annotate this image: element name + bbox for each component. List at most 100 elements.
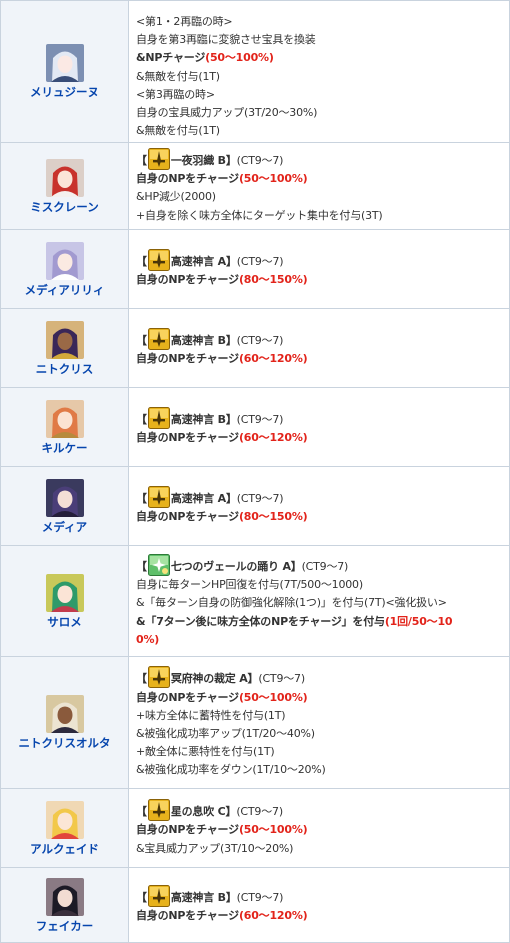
character-cell: ニトクリスオルタ — [0, 656, 129, 790]
character-name-link[interactable]: キルケー — [1, 441, 128, 455]
skill-name: 【 — [136, 805, 147, 819]
skill-line: +自身を除く味方全体にターゲット集中を付与(3T) — [136, 207, 509, 225]
skill-name: 【 — [136, 559, 147, 573]
skill-line: 【 七つのヴェールの踊り A】(CT9～7) — [136, 553, 509, 576]
table-row: ニトクリス 【 高速神言 B】(CT9～7) 自身のNPをチャージ(60～120%) — [0, 308, 510, 389]
character-name-link[interactable]: サロメ — [1, 615, 128, 629]
character-name-link[interactable]: メディアリリィ — [1, 283, 128, 297]
skill-text: (CT9～7) — [236, 413, 284, 427]
skill-line: 自身のNPをチャージ(50～100%) — [136, 689, 509, 707]
skill-line: 【 高速神言 B】(CT9～7) — [136, 328, 509, 351]
character-avatar[interactable] — [45, 478, 84, 517]
skill-line: &「毎ターン自身の防御強化解除(1つ)」を付与(7T)<強化扱い> — [136, 594, 509, 612]
character-name-link[interactable]: アルクェイド — [1, 842, 128, 856]
skill-line: 【 星の息吹 C】(CT9～7) — [136, 799, 509, 822]
skill-text: &NPチャージ — [136, 51, 206, 65]
skill-line: 自身のNPをチャージ(80～150%) — [136, 271, 509, 289]
np-charge-skill-icon — [147, 799, 170, 822]
np-charge-skill-icon — [147, 407, 170, 430]
skill-line: 自身のNPをチャージ(50～100%) — [136, 170, 509, 188]
np-charge-skill-icon — [147, 328, 170, 351]
skill-text: 自身のNPをチャージ — [136, 823, 239, 837]
skill-table: メリュジーヌ <第1・2再臨の時> 自身を第3再臨に変貌させ宝具を換装 &NPチャー… — [0, 0, 510, 943]
skill-text: 自身の宝具威力アップ(3T/20～30%) — [136, 106, 318, 120]
character-avatar[interactable] — [45, 241, 84, 280]
skill-cell: 【冥府神の裁定 A】(CT9～7) 自身のNPをチャージ(50～100%) +味方全… — [128, 656, 510, 790]
skill-name: 【 — [136, 154, 147, 168]
table-row: メディア 【 高速神言 A】(CT9～7) 自身のNPをチャージ(80～150%) — [0, 466, 510, 547]
skill-line: <第3再臨の時> — [136, 86, 509, 104]
skill-name: 高速神言 B】 — [170, 413, 237, 427]
skill-name: 【 — [136, 672, 147, 686]
skill-name: 高速神言 A】 — [170, 492, 237, 506]
skill-text: (CT9～7) — [236, 492, 284, 506]
skill-line: 自身を第3再臨に変貌させ宝具を換装 — [136, 31, 509, 49]
skill-text: 自身のNPをチャージ — [136, 909, 239, 923]
character-avatar[interactable] — [45, 877, 84, 916]
character-name-link[interactable]: ニトクリスオルタ — [1, 736, 128, 750]
table-row: メリュジーヌ <第1・2再臨の時> 自身を第3再臨に変貌させ宝具を換装 &NPチャー… — [0, 0, 510, 144]
skill-line: 自身のNPをチャージ(60～120%) — [136, 350, 509, 368]
skill-text: (CT9～7) — [236, 255, 284, 269]
skill-cell: 【 星の息吹 C】(CT9～7) 自身のNPをチャージ(50～100%) &宝具威力ア… — [128, 788, 510, 869]
skill-text: &「7ターン後に味方全体のNPをチャージ」を付与 — [136, 614, 385, 628]
value-range: (60～120%) — [238, 909, 308, 923]
character-avatar[interactable] — [45, 399, 84, 438]
table-row: ニトクリスオルタ 【 冥府神の裁定 A】(CT9～7) 自身のNPをチャージ(50～… — [0, 656, 510, 790]
skill-text: +敵全体に悪特性を付与(1T) — [136, 745, 275, 759]
skill-name: 【 — [136, 413, 147, 427]
character-avatar[interactable] — [45, 44, 84, 83]
character-name-link[interactable]: ミスクレーン — [1, 200, 128, 214]
skill-name: 【 — [136, 492, 147, 506]
skill-line: 自身のNPをチャージ(60～120%) — [136, 429, 509, 447]
skill-line: &無敵を付与(1T) — [136, 122, 509, 140]
skill-name: 一夜羽織 B】 — [170, 154, 237, 168]
skill-line: &被強化成功率をダウン(1T/10～20%) — [136, 761, 509, 779]
skill-cell: 【 高速神言 A】(CT9～7) 自身のNPをチャージ(80～150%) — [128, 229, 510, 310]
character-cell: キルケー — [0, 387, 129, 468]
table-row: キルケー 【 高速神言 B】(CT9～7) 自身のNPをチャージ(60～120%) — [0, 387, 510, 468]
skill-text: +自身を除く味方全体にターゲット集中を付与(3T) — [136, 208, 383, 222]
character-cell: アルクェイド — [0, 788, 129, 869]
character-avatar[interactable] — [45, 573, 84, 612]
skill-table-body: メリュジーヌ <第1・2再臨の時> 自身を第3再臨に変貌させ宝具を換装 &NPチャー… — [0, 0, 510, 943]
skill-line: 自身のNPをチャージ(80～150%) — [136, 508, 509, 526]
skill-line: 自身のNPをチャージ(60～120%) — [136, 907, 509, 925]
skill-text: &宝具威力アップ(3T/10～20%) — [136, 841, 294, 855]
skill-line: &HP減少(2000) — [136, 188, 509, 206]
character-avatar[interactable] — [45, 158, 84, 197]
skill-name: 星の息吹 C】 — [170, 805, 237, 819]
skill-name: 高速神言 A】 — [170, 255, 237, 269]
table-row: サロメ 【 七つのヴェールの踊り A】(CT9～7) 自身に毎ターンHP回復を付与(… — [0, 545, 510, 658]
skill-text: &HP減少(2000) — [136, 190, 216, 204]
skill-line: 0%) — [136, 631, 509, 649]
character-name-link[interactable]: メリュジーヌ — [1, 85, 128, 99]
skill-text: (CT9～7) — [236, 334, 284, 348]
value-range: (1回/50～10 — [384, 614, 453, 628]
skill-cell: 【 高速神言 B】(CT9～7) 自身のNPをチャージ(60～120%) — [128, 387, 510, 468]
skill-line: 【 高速神言 A】(CT9～7) — [136, 486, 509, 509]
skill-name: 七つのヴェールの踊り A】 — [170, 559, 302, 573]
skill-text: (CT9～7) — [236, 154, 284, 168]
character-avatar[interactable] — [45, 695, 84, 734]
skill-text: (CT9～7) — [258, 672, 305, 686]
table-row: フェイカー 【 高速神言 B】(CT9～7) 自身のNPをチャージ(60～120%) — [0, 867, 510, 943]
skill-text: &無敵を付与(1T) — [136, 69, 220, 83]
skill-text: 自身のNPをチャージ — [136, 352, 239, 366]
skill-line: +味方全体に蓄特性を付与(1T) — [136, 707, 509, 725]
skill-line: 自身のNPをチャージ(50～100%) — [136, 821, 509, 839]
skill-cell: 【 七つのヴェールの踊り A】(CT9～7) 自身に毎ターンHP回復を付与(7T/5… — [128, 545, 510, 658]
skill-cell: 【 高速神言 B】(CT9～7) 自身のNPをチャージ(60～120%) — [128, 308, 510, 389]
character-cell: フェイカー — [0, 867, 129, 943]
skill-text: 自身のNPをチャージ — [136, 431, 239, 445]
skill-line: &宝具威力アップ(3T/10～20%) — [136, 840, 509, 858]
character-avatar[interactable] — [45, 320, 84, 359]
np-charge-skill-icon — [147, 885, 170, 908]
value-range: (80～150%) — [238, 510, 308, 524]
skill-text: 自身のNPをチャージ — [136, 273, 239, 287]
character-name-link[interactable]: ニトクリス — [1, 362, 128, 376]
skill-line: 【 冥府神の裁定 A】(CT9～7) — [136, 666, 509, 689]
character-avatar[interactable] — [45, 800, 84, 839]
character-name-link[interactable]: メディア — [1, 520, 128, 534]
skill-line: 【 高速神言 B】(CT9～7) — [136, 407, 509, 430]
